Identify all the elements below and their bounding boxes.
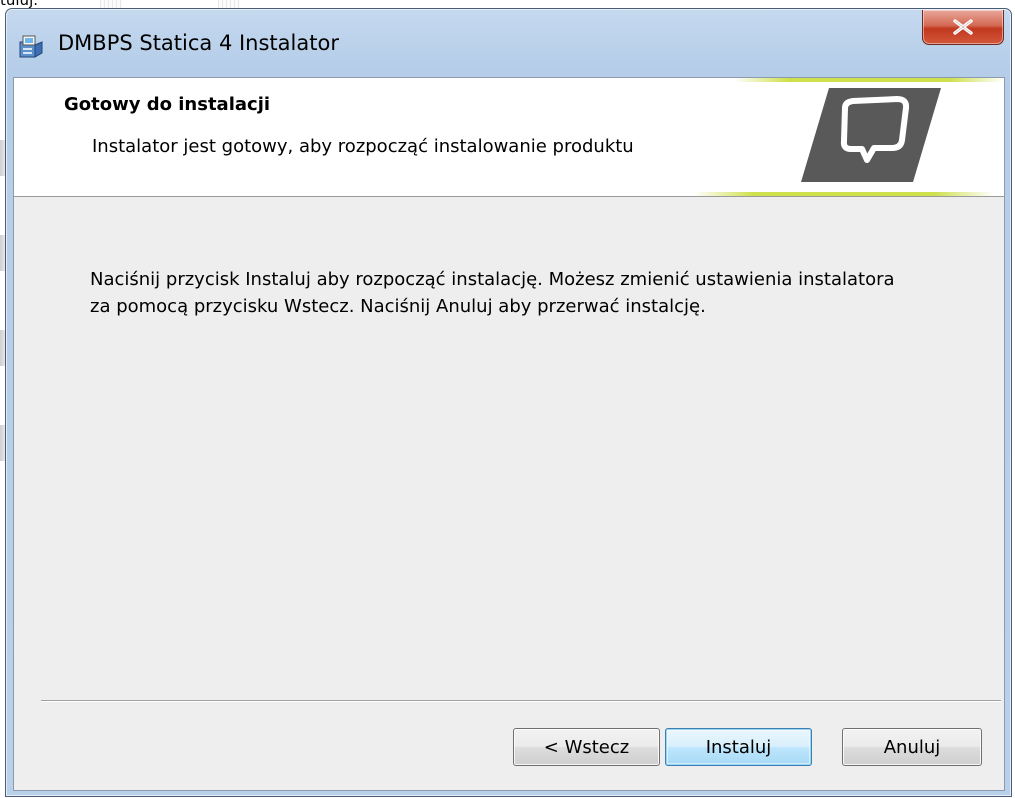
instructions-line: za pomocą przycisku Wstecz. Naciśnij Anu… (90, 296, 706, 317)
installer-icon (18, 33, 44, 59)
install-button[interactable]: Instaluj (665, 728, 812, 766)
comarch-logo (801, 88, 941, 182)
instructions-text: Naciśnij przycisk Instaluj aby rozpocząć… (90, 266, 970, 320)
close-icon (953, 19, 973, 35)
instructions-line: Naciśnij przycisk Instaluj aby rozpocząć… (90, 269, 895, 290)
page-description: Instalator jest gotowy, aby rozpocząć in… (92, 136, 634, 157)
footer-separator (41, 700, 1001, 702)
accent-stripe (734, 78, 1004, 82)
cancel-button[interactable]: Anuluj (842, 728, 982, 766)
title-bar[interactable]: DMBPS Statica 4 Instalator (6, 9, 1011, 75)
accent-stripe (694, 192, 994, 196)
close-button[interactable] (922, 10, 1004, 45)
header-banner: Gotowy do instalacji Instalator jest got… (14, 78, 1004, 197)
page-title: Gotowy do instalacji (64, 94, 271, 115)
window-title: DMBPS Statica 4 Instalator (58, 31, 339, 55)
back-button[interactable]: < Wstecz (513, 728, 660, 766)
installer-window: DMBPS Statica 4 Instalator Gotowy do ins… (5, 8, 1012, 797)
client-area: Gotowy do instalacji Instalator jest got… (13, 77, 1005, 791)
